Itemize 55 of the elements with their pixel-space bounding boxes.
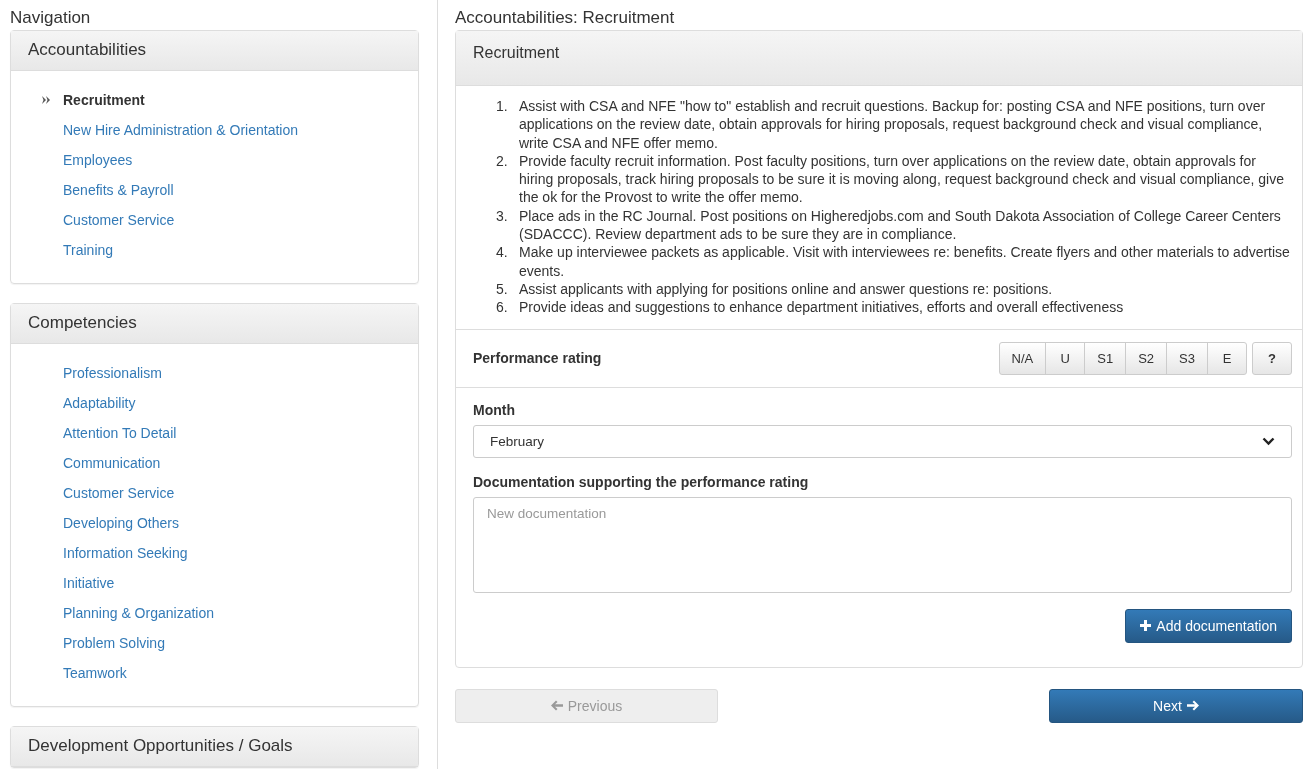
panel-heading: Development Opportunities / Goals [11, 727, 418, 767]
sidebar-item[interactable]: Information Seeking [63, 545, 188, 561]
arrow-right-icon [1186, 700, 1199, 712]
sidebar-item[interactable]: Professionalism [63, 365, 162, 381]
rating-label: Performance rating [473, 350, 602, 367]
duty-text: Place ads in the RC Journal. Post positions on Higheredjobs.com and South Dakota Association of College Career Centers (SDACCC). Review department ads to be sure they are in compliance. [519, 206, 1282, 244]
panel-heading: Recruitment [456, 31, 1302, 86]
duty-text: Make up interviewee packets as applicable. Visit with interviewees re: benefits. Create flyers and other materials to advertise events. [519, 243, 1291, 280]
next-button[interactable]: Next [1049, 688, 1303, 723]
duty-text: Assist with CSA and NFE "how to" establish and recruit questions. Backup for: posting CSA and NFE positions, turn over applications on the review date, obtain approvals for hiring proposals, request background check and visual compliance, write CSA and NFE offer memo. [519, 97, 1267, 152]
sidebar-item[interactable]: Initiative [63, 575, 115, 591]
panel-heading: Accountabilities [11, 31, 418, 71]
sidebar-item[interactable]: New Hire Administration & Orientation [63, 122, 298, 138]
rating-button[interactable]: S3 [1166, 341, 1208, 375]
previous-button[interactable]: Previous [455, 688, 718, 723]
sidebar-item[interactable]: Customer Service [63, 485, 175, 501]
sidebar-item[interactable]: Recruitment [63, 92, 145, 108]
sidebar-item[interactable]: Planning & Organization [63, 605, 214, 621]
sidebar-item[interactable]: Developing Others [63, 515, 179, 531]
rating-button[interactable]: S1 [1084, 341, 1127, 375]
sidebar-item[interactable]: Communication [63, 455, 161, 471]
add-documentation-button[interactable]: Add documentation [1125, 608, 1292, 643]
sidebar-item[interactable]: Customer Service [63, 212, 175, 228]
month-label: Month [473, 401, 516, 418]
documentation-label: Documentation supporting the performance rating [473, 473, 810, 490]
rating-button[interactable]: U [1045, 341, 1086, 375]
rating-button[interactable]: E [1207, 341, 1247, 375]
sidebar-item[interactable]: Employees [63, 152, 133, 168]
item-number: 4. [496, 243, 509, 263]
rating-button[interactable]: N/A [998, 341, 1047, 375]
sidebar-item[interactable]: Problem Solving [63, 635, 165, 651]
plus-icon [1140, 620, 1152, 632]
documentation-field[interactable]: New documentation [473, 496, 1292, 593]
item-number: 3. [496, 206, 509, 226]
item-number: 2. [496, 151, 509, 171]
sidebar-item[interactable]: Training [63, 242, 114, 258]
page-title: Accountabilities: Recruitment [455, 7, 676, 29]
sidebar-item[interactable]: Attention To Detail [63, 425, 177, 441]
rating-button[interactable]: S2 [1125, 341, 1168, 375]
item-number: 6. [496, 298, 509, 317]
duty-text: Provide ideas and suggestions to enhance department initiatives, efforts and overall effectiveness [519, 298, 1125, 317]
month-select[interactable]: February [473, 424, 1292, 458]
sidebar-item[interactable]: Teamwork [63, 665, 127, 681]
help-button[interactable]: ? [1252, 341, 1292, 375]
chevron-icon [42, 96, 51, 104]
duty-text: Assist applicants with applying for positions online and answer questions re: positions. [519, 279, 1054, 299]
sidebar-item[interactable]: Adaptability [63, 395, 136, 411]
chevron-down-icon [1262, 436, 1275, 446]
item-number: 5. [496, 279, 509, 299]
duty-text: Provide faculty recruit information. Post faculty positions, turn over applications on the review date, obtain approvals for hiring proposals, track hiring proposals to be sure it is moving along, request background check and visual compliance, give the ok for the Provost to write the offer memo. [519, 151, 1285, 207]
sidebar-title: Navigation [10, 7, 92, 29]
sidebar-item[interactable]: Benefits & Payroll [63, 182, 174, 198]
item-number: 1. [496, 97, 509, 116]
arrow-left-icon [550, 700, 563, 712]
panel-heading: Competencies [11, 304, 418, 344]
